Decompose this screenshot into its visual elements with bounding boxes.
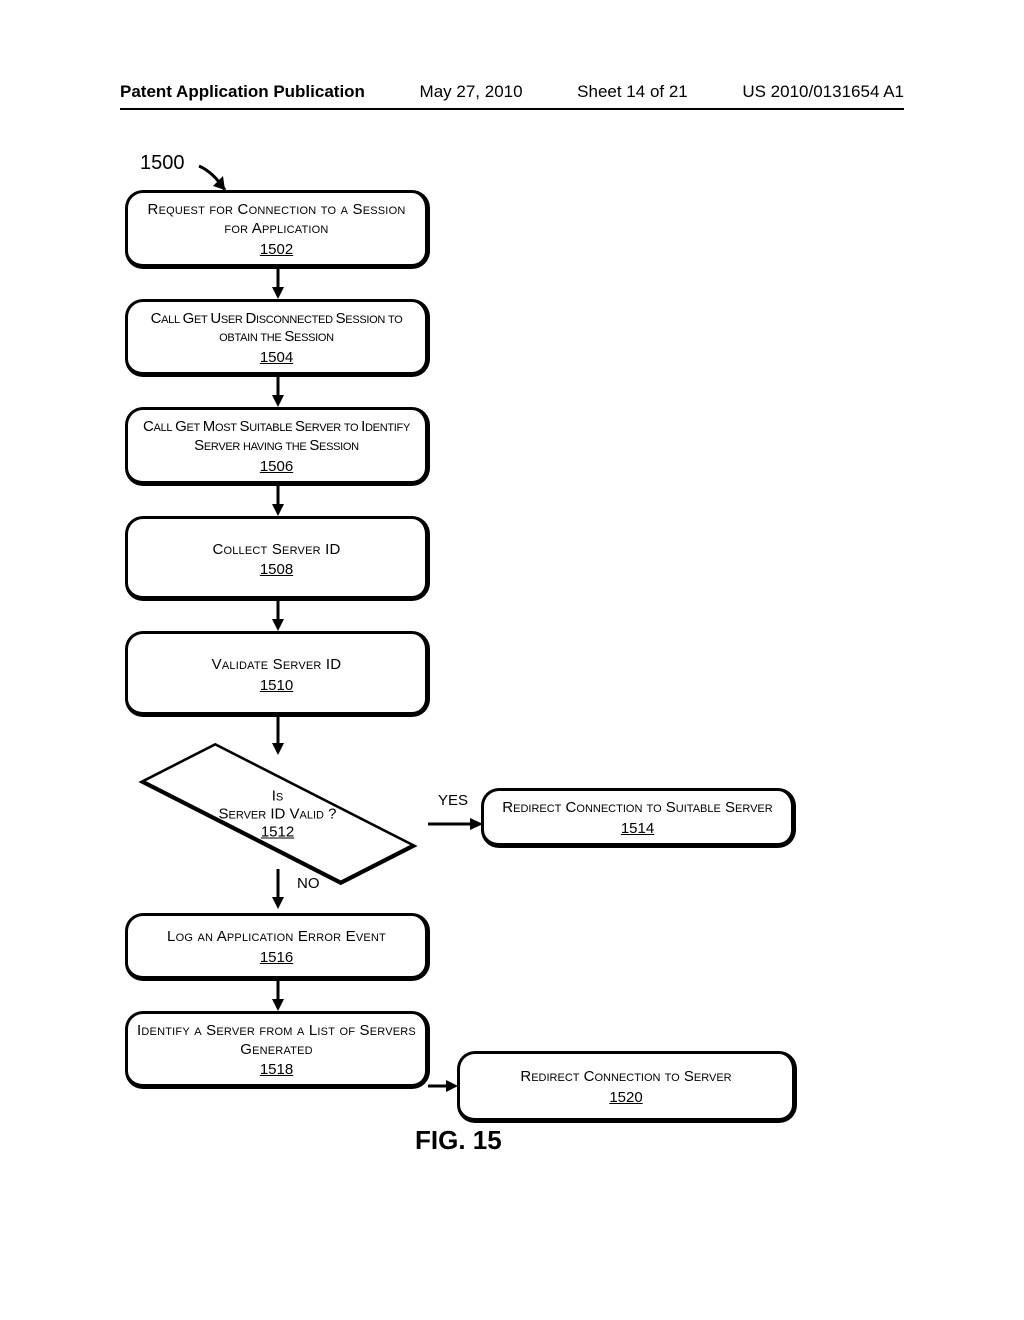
arrow-down-icon xyxy=(270,715,286,755)
arrow-down-icon xyxy=(270,375,286,407)
box-text: Validate Server ID xyxy=(134,656,419,675)
publication-label: Patent Application Publication xyxy=(120,82,365,102)
box-ref: 1514 xyxy=(490,820,785,837)
box-text: Call Get User Disconnected Session to ob… xyxy=(134,310,419,348)
publication-number: US 2010/0131654 A1 xyxy=(742,82,904,102)
box-collect-server-id: Collect Server ID 1508 xyxy=(125,516,430,602)
box-text: Collect Server ID xyxy=(134,541,419,560)
arrow-down-icon xyxy=(270,267,286,299)
arrow-down-icon xyxy=(270,869,286,909)
box-ref: 1518 xyxy=(134,1061,419,1078)
box-text: Identify a Server from a List of Servers… xyxy=(134,1022,419,1060)
box-call-suitable-server: Call Get Most Suitable Server to Identif… xyxy=(125,407,430,486)
box-identify-server: Identify a Server from a List of Servers… xyxy=(125,1011,430,1090)
box-text: Request for Connection to a Session for … xyxy=(134,201,419,239)
box-redirect-server: Redirect Connection to Server 1520 xyxy=(457,1051,797,1123)
box-ref: 1508 xyxy=(134,561,419,578)
arrow-right-icon xyxy=(428,1078,458,1094)
box-ref: 1510 xyxy=(134,677,419,694)
box-text: Call Get Most Suitable Server to Identif… xyxy=(134,418,419,456)
flowchart-reference: 1500 xyxy=(140,152,185,175)
decision-server-id-valid: Is Server ID Valid ? 1512 xyxy=(125,755,430,873)
branch-yes-label: YES xyxy=(438,792,468,809)
branch-no-label: NO xyxy=(297,875,320,892)
arrow-down-icon xyxy=(270,484,286,516)
box-request-connection: Request for Connection to a Session for … xyxy=(125,190,430,269)
page-header: Patent Application Publication May 27, 2… xyxy=(120,82,904,110)
decision-text-line1: Is xyxy=(125,788,430,806)
box-redirect-suitable: Redirect Connection to Suitable Server 1… xyxy=(481,788,796,848)
figure-caption: FIG. 15 xyxy=(415,1125,502,1156)
box-text: Redirect Connection to Suitable Server xyxy=(490,799,785,818)
box-validate-server-id: Validate Server ID 1510 xyxy=(125,631,430,717)
box-ref: 1520 xyxy=(466,1089,786,1106)
decision-ref: 1512 xyxy=(125,824,430,841)
arrow-down-icon xyxy=(270,979,286,1011)
box-ref: 1502 xyxy=(134,241,419,258)
publication-date: May 27, 2010 xyxy=(420,82,523,102)
sheet-number: Sheet 14 of 21 xyxy=(577,82,688,102)
box-text: Redirect Connection to Server xyxy=(466,1068,786,1087)
arrow-right-icon xyxy=(428,816,483,832)
box-log-error: Log an Application Error Event 1516 xyxy=(125,913,430,981)
box-call-disconnected-session: Call Get User Disconnected Session to ob… xyxy=(125,299,430,378)
decision-text-line2: Server ID Valid ? xyxy=(125,806,430,824)
box-ref: 1516 xyxy=(134,949,419,966)
arrow-down-icon xyxy=(270,599,286,631)
box-ref: 1506 xyxy=(134,458,419,475)
box-text: Log an Application Error Event xyxy=(134,928,419,947)
box-ref: 1504 xyxy=(134,349,419,366)
